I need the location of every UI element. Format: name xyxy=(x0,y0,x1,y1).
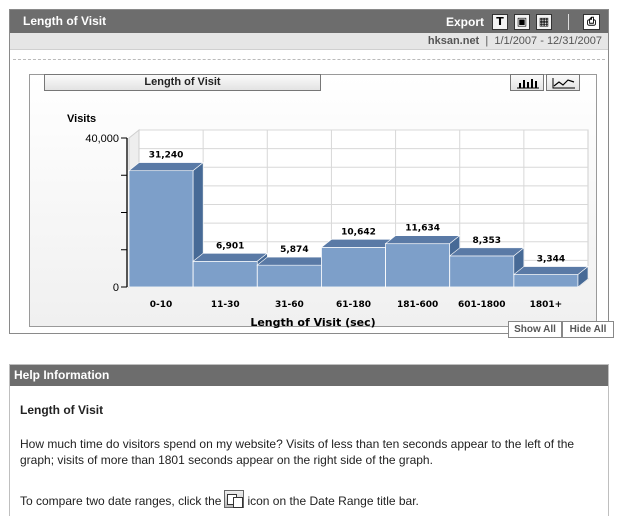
help-compare-text-end: icon on the Date Range title bar. xyxy=(247,494,419,508)
help-compare-text: To compare two date ranges, click the xyxy=(20,494,222,508)
report-title-bar: Length of Visit Export T ▣ ▦ ⎙ xyxy=(10,10,608,33)
bar-value-label: 3,344 xyxy=(537,255,565,265)
help-subtitle: Length of Visit xyxy=(20,403,104,417)
bar-top-601-1800 xyxy=(448,247,525,257)
toolbar-divider xyxy=(568,13,569,30)
x-tick-label: 181-600 xyxy=(397,300,438,310)
site-name: hksan.net xyxy=(427,35,480,47)
bar-chart: 40,000 0 Visits 31,240 0-10 6,901 11-30 5,874 31… xyxy=(67,113,590,328)
line-chart-toggle-button[interactable] xyxy=(546,74,580,91)
bar-value-label: 10,642 xyxy=(341,227,376,237)
bar-31-60 xyxy=(256,264,322,288)
y-axis-label: Visits xyxy=(67,113,96,125)
bar-11-30 xyxy=(192,260,258,288)
bar-value-label: 8,353 xyxy=(473,236,501,246)
bar-181-600 xyxy=(385,243,451,288)
date-range-bar: hksan.net | 1/1/2007 - 12/31/2007 xyxy=(10,33,608,50)
show-all-button[interactable]: Show All xyxy=(508,321,562,338)
bar-chart-toggle-button[interactable] xyxy=(510,74,544,91)
bar-value-label: 11,634 xyxy=(405,224,440,234)
x-tick-label: 11-30 xyxy=(211,300,240,310)
bar-top-11-30 xyxy=(192,252,269,262)
y-tick-label-max: 40,000 xyxy=(85,133,119,145)
x-axis-label: Length of Visit (sec) xyxy=(250,316,375,328)
print-icon[interactable]: ⎙ xyxy=(583,13,600,30)
y-tick-label-zero: 0 xyxy=(113,282,119,294)
bar-top-61-180 xyxy=(320,239,397,248)
excel-export-icon[interactable]: ▦ xyxy=(536,13,552,30)
compare-date-range-icon xyxy=(224,490,245,508)
bar-top-181-600 xyxy=(384,235,461,244)
help-panel: Help Information Length of Visit How muc… xyxy=(9,364,609,516)
report-panel: Length of Visit Export T ▣ ▦ ⎙ hksan.net… xyxy=(9,9,614,338)
export-label: Export xyxy=(445,14,484,29)
hide-all-button[interactable]: Hide All xyxy=(562,321,614,338)
x-tick-label: 601-1800 xyxy=(458,300,506,310)
chart-container: 40,000 0 Visits 31,240 0-10 6,901 11-30 5,874 31… xyxy=(29,74,614,338)
help-header: Help Information xyxy=(10,365,608,386)
info-separator: | xyxy=(485,35,489,47)
x-tick-label: 1801+ xyxy=(530,300,563,310)
bar-value-label: 6,901 xyxy=(216,241,244,251)
text-export-icon[interactable]: T xyxy=(492,13,508,30)
bar-1801+ xyxy=(513,274,579,288)
bar-601-1800 xyxy=(449,255,515,288)
bar-top-31-60 xyxy=(256,256,333,266)
pdf-export-icon[interactable]: ▣ xyxy=(514,13,530,30)
report-title: Length of Visit xyxy=(23,14,107,28)
bar-top-0-10 xyxy=(128,162,204,171)
date-range: 1/1/2007 - 12/31/2007 xyxy=(494,35,602,47)
bar-value-label: 5,874 xyxy=(280,245,308,255)
bar-top-1801+ xyxy=(513,266,589,275)
export-toolbar: Export T ▣ ▦ ⎙ xyxy=(446,12,600,31)
x-tick-label: 61-180 xyxy=(336,300,371,310)
bar-61-180 xyxy=(321,246,386,288)
help-paragraph-compare: To compare two date ranges, click the ico… xyxy=(20,490,605,509)
line-chart-icon xyxy=(552,78,575,89)
x-tick-label: 31-60 xyxy=(275,300,304,310)
chart-title: Length of Visit xyxy=(44,74,321,91)
bar-value-label: 31,240 xyxy=(149,151,184,161)
x-tick-label: 0-10 xyxy=(150,300,173,310)
help-paragraph: How much time do visitors spend on my we… xyxy=(20,437,575,467)
bar-chart-icon xyxy=(517,79,539,89)
dashed-divider xyxy=(13,59,605,60)
bar-0-10 xyxy=(128,170,194,288)
